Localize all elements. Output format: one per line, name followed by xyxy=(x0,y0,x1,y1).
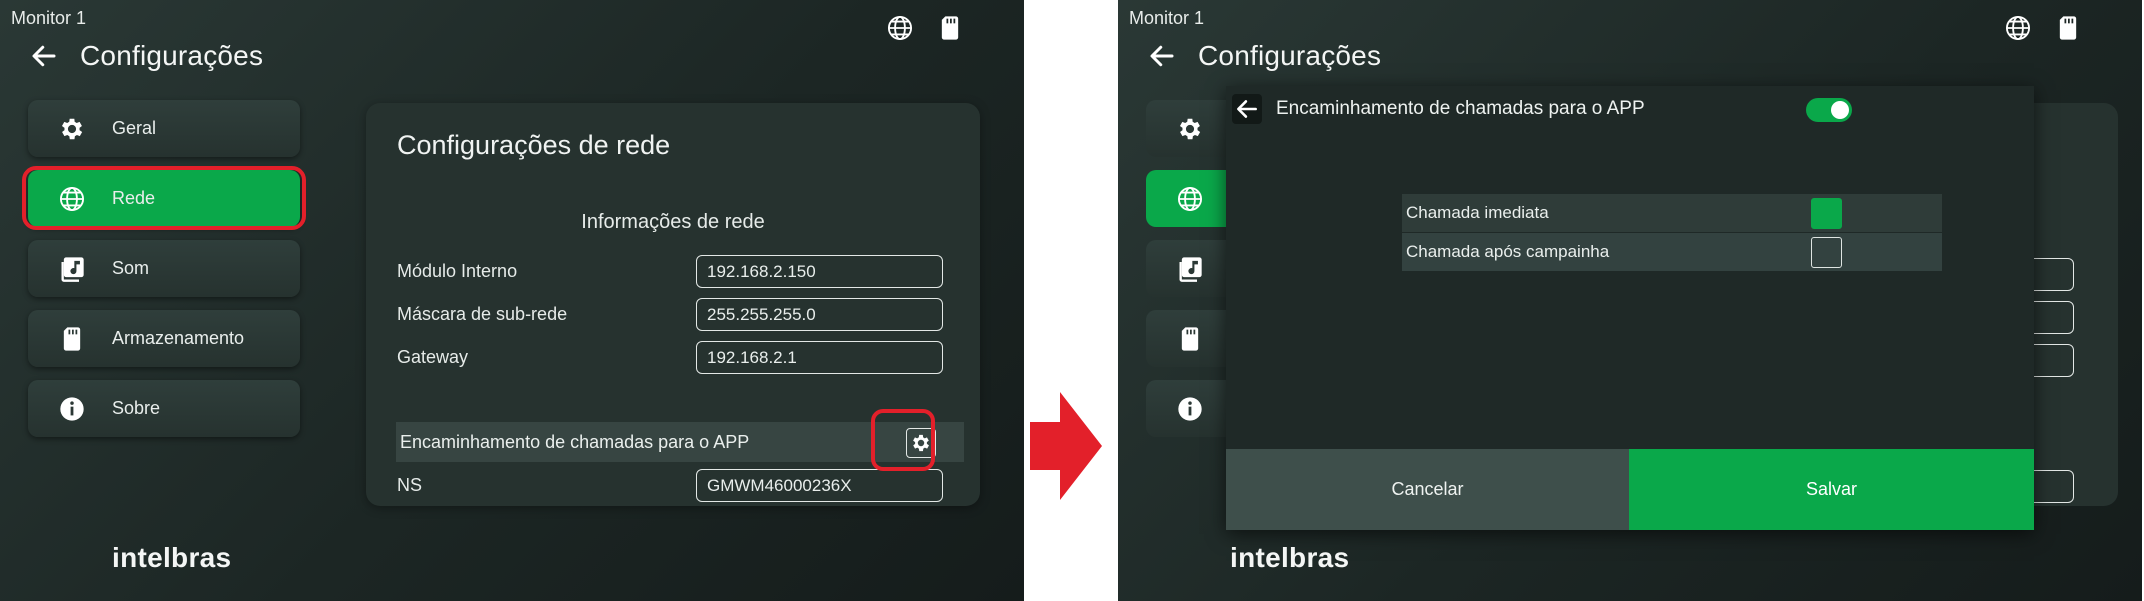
sidebar-item-som[interactable]: Som xyxy=(28,240,300,297)
sidebar: Geral Rede Som Armazenamento Sobre xyxy=(22,100,306,450)
field-row-mascara: Máscara de sub-rede 255.255.255.0 xyxy=(397,298,943,331)
chamada-imediata-checkbox[interactable] xyxy=(1811,197,1842,229)
info-icon xyxy=(60,396,84,421)
forwarding-options: Chamada imediata Chamada após campainha xyxy=(1402,194,1942,272)
field-label: Máscara de sub-rede xyxy=(397,304,568,324)
sd-card-icon xyxy=(63,326,81,351)
screen-network-settings: Monitor 1 Configurações Geral Rede Som A… xyxy=(0,0,1024,601)
mascara-input[interactable]: 255.255.255.0 xyxy=(696,298,943,331)
arrow-right-icon xyxy=(1030,392,1102,500)
sidebar-item-sobre[interactable]: Sobre xyxy=(28,380,300,437)
network-settings-panel: Configurações de rede Informações de red… xyxy=(366,103,980,506)
option-chamada-apos-campainha[interactable]: Chamada após campainha xyxy=(1402,233,1942,272)
arrow-left-icon xyxy=(1150,45,1174,67)
field-label: NS xyxy=(397,475,423,495)
page-title: Configurações xyxy=(1198,40,1382,71)
sidebar-item-label: Geral xyxy=(112,118,157,138)
monitor-label: Monitor 1 xyxy=(11,8,87,28)
option-label: Chamada após campainha xyxy=(1406,242,1610,261)
field-row-modulo-interno: Módulo Interno 192.168.2.150 xyxy=(397,255,943,288)
intelbras-logo: intelbras xyxy=(112,542,232,573)
music-icon xyxy=(61,256,84,282)
status-icons xyxy=(886,14,964,42)
field-label: Gateway xyxy=(397,347,469,367)
modal-title: Encaminhamento de chamadas para o APP xyxy=(1276,98,1645,119)
sd-card-icon xyxy=(941,16,959,40)
gear-icon xyxy=(913,434,929,452)
screen-call-forwarding-modal: Monitor 1 Configurações Encaminhamento d… xyxy=(1118,0,2142,601)
arrow-left-icon xyxy=(32,45,56,67)
back-button[interactable] xyxy=(28,40,60,72)
call-forwarding-toggle[interactable] xyxy=(1806,98,1852,122)
modal-back-button[interactable] xyxy=(1232,94,1262,124)
call-forwarding-modal: Encaminhamento de chamadas para o APP Ch… xyxy=(1226,86,2034,530)
call-forwarding-row: Encaminhamento de chamadas para o APP xyxy=(396,422,964,462)
field-row-gateway: Gateway 192.168.2.1 xyxy=(397,341,943,374)
gear-icon xyxy=(1179,118,1201,139)
monitor-label: Monitor 1 xyxy=(1129,8,1205,28)
panel-subtitle: Informações de rede xyxy=(581,211,765,233)
gear-icon xyxy=(61,118,83,139)
ns-input[interactable]: GMWM46000236X xyxy=(696,469,943,502)
field-row-ns: NS GMWM46000236X xyxy=(397,469,943,502)
call-forwarding-settings-button[interactable] xyxy=(906,428,936,458)
header: Configurações xyxy=(1146,40,1381,72)
sidebar-item-label: Sobre xyxy=(112,398,161,418)
modulo-interno-input[interactable]: 192.168.2.150 xyxy=(696,255,943,288)
intelbras-logo: intelbras xyxy=(1230,542,1350,573)
sidebar-item-label: Som xyxy=(112,258,150,278)
option-label: Chamada imediata xyxy=(1406,203,1549,222)
sidebar-item-rede[interactable]: Rede xyxy=(28,170,300,227)
info-icon xyxy=(1178,396,1202,421)
arrow-left-icon xyxy=(1237,100,1257,118)
globe-icon xyxy=(887,15,913,41)
panel-title: Configurações de rede xyxy=(397,130,671,160)
sd-card-icon xyxy=(1181,326,1199,351)
music-icon xyxy=(1179,256,1202,282)
sidebar-item-label: Armazenamento xyxy=(112,328,245,348)
modal-header: Encaminhamento de chamadas para o APP xyxy=(1232,94,1645,124)
header: Configurações xyxy=(28,40,263,72)
gateway-input[interactable]: 192.168.2.1 xyxy=(696,341,943,374)
chamada-apos-campainha-checkbox[interactable] xyxy=(1811,236,1842,268)
field-label: Módulo Interno xyxy=(397,261,518,281)
sd-card-icon xyxy=(2059,16,2077,40)
globe-icon xyxy=(59,186,85,211)
sidebar-item-geral[interactable]: Geral xyxy=(28,100,300,157)
page-title: Configurações xyxy=(80,40,264,71)
toggle-knob xyxy=(1831,101,1849,119)
call-forwarding-label: Encaminhamento de chamadas para o APP xyxy=(400,431,750,452)
globe-icon xyxy=(2005,15,2031,41)
modal-footer: Cancelar Salvar xyxy=(1226,449,2034,530)
option-chamada-imediata[interactable]: Chamada imediata xyxy=(1402,194,1942,233)
sidebar-item-label: Rede xyxy=(112,188,156,208)
save-button[interactable]: Salvar xyxy=(1629,449,2034,530)
sidebar-item-armazenamento[interactable]: Armazenamento xyxy=(28,310,300,367)
globe-icon xyxy=(1177,186,1203,211)
cancel-button[interactable]: Cancelar xyxy=(1226,449,1629,530)
back-button[interactable] xyxy=(1146,40,1178,72)
status-icons xyxy=(2004,14,2082,42)
